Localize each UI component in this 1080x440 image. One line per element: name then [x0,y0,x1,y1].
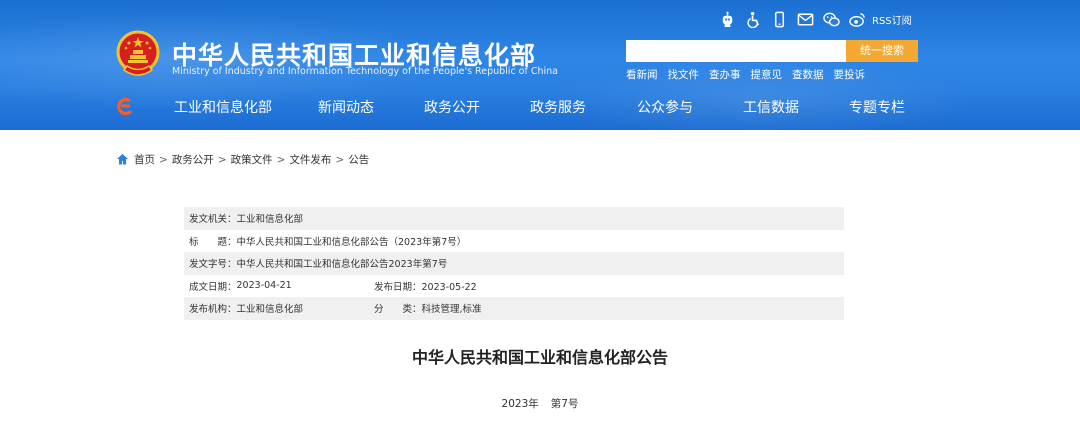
nav-item-services[interactable]: 政务服务 [530,97,586,117]
issuer-label: 发文机关： [189,214,237,226]
nav-item-home[interactable]: 工业和信息化部 [174,97,272,117]
breadcrumb-separator: > [159,153,168,166]
nav-item-topics[interactable]: 专题专栏 [849,97,905,117]
breadcrumb-policy[interactable]: 政策文件 [231,152,273,167]
quick-link-complaint[interactable]: 要投诉 [834,67,866,82]
written-date-value: 2023-04-21 [236,280,292,292]
publish-date-label: 发布日期： [374,281,422,293]
info-row-title: 标 题： 中华人民共和国工业和信息化部公告（2023年第7号） [184,229,844,252]
doc-no-label: 发文字号： [189,259,237,271]
quick-links: 看新闻 找文件 查办事 提意见 查数据 要投诉 [626,67,865,82]
accessibility-icon[interactable] [744,10,762,28]
ministry-logo-icon[interactable] [116,95,134,117]
publish-date-value: 2023-05-22 [421,281,477,293]
breadcrumb-home[interactable]: 首页 [134,152,155,167]
search-button[interactable]: 统一搜索 [846,40,918,62]
publish-date-cell: 发布日期：2023-05-22 [374,279,477,293]
breadcrumb-release[interactable]: 文件发布 [289,152,331,167]
publisher-label: 发布机构： [189,304,237,316]
robot-icon[interactable] [718,10,736,28]
document-issue-number: 第7号 [550,398,579,410]
quick-link-files[interactable]: 找文件 [668,67,700,82]
breadcrumb-notice[interactable]: 公告 [348,152,369,167]
weibo-icon[interactable] [848,10,866,28]
mobile-icon[interactable] [770,10,788,28]
mail-icon[interactable] [796,10,814,28]
quick-link-feedback[interactable]: 提意见 [751,67,783,82]
breadcrumb-separator: > [276,153,286,166]
home-icon [117,154,128,165]
breadcrumb-separator: > [217,153,227,166]
site-header: 中华人民共和国工业和信息化部 Ministry of Industry and … [0,0,1080,130]
title-label: 标 题： [189,236,237,248]
nav-item-participation[interactable]: 公众参与 [637,97,693,117]
nav-item-data[interactable]: 工信数据 [743,97,799,117]
info-row-dates: 成文日期： 2023-04-21 发布日期：2023-05-22 [184,274,844,297]
doc-no-value: 中华人民共和国工业和信息化部公告2023年第7号 [236,259,448,271]
site-subtitle: Ministry of Industry and Information Tec… [172,66,558,77]
quick-link-news[interactable]: 看新闻 [626,67,658,82]
rss-link[interactable]: RSS订阅 [872,12,912,27]
nav-item-affairs[interactable]: 政务公开 [424,97,480,117]
breadcrumb-separator: > [335,153,345,166]
search-input[interactable] [626,40,846,62]
utility-toolbar: RSS订阅 [718,9,912,29]
main-navigation: 工业和信息化部 新闻动态 政务公开 政务服务 公众参与 工信数据 专题专栏 [0,90,1080,124]
info-row-issuer: 发文机关： 工业和信息化部 [184,207,844,230]
document-year: 2023年 [501,398,539,410]
document-number: 2023年 第7号 [0,396,1080,411]
quick-link-services[interactable]: 查办事 [709,67,741,82]
category-label: 分 类： [374,304,422,316]
info-row-doc-no: 发文字号： 中华人民共和国工业和信息化部公告2023年第7号 [184,252,844,275]
written-date-label: 成文日期： [189,281,237,293]
wechat-icon[interactable] [822,10,840,28]
category-cell: 分 类：科技管理,标准 [374,301,482,315]
publisher-value: 工业和信息化部 [236,304,304,316]
document-title: 中华人民共和国工业和信息化部公告 [411,348,668,367]
category-value: 科技管理,标准 [421,304,482,316]
title-value: 中华人民共和国工业和信息化部公告（2023年第7号） [236,236,467,248]
nav-item-news[interactable]: 新闻动态 [318,97,374,117]
info-row-publisher: 发布机构： 工业和信息化部 分 类：科技管理,标准 [184,297,844,320]
issuer-value: 工业和信息化部 [236,214,304,226]
breadcrumb: 首页 > 政务公开 > 政策文件 > 文件发布 > 公告 [116,152,369,167]
breadcrumb-affairs[interactable]: 政务公开 [172,152,214,167]
document-info-table: 发文机关： 工业和信息化部 标 题： 中华人民共和国工业和信息化部公告（2023… [184,207,844,320]
national-emblem-icon[interactable] [114,30,162,80]
quick-link-data[interactable]: 查数据 [792,67,824,82]
